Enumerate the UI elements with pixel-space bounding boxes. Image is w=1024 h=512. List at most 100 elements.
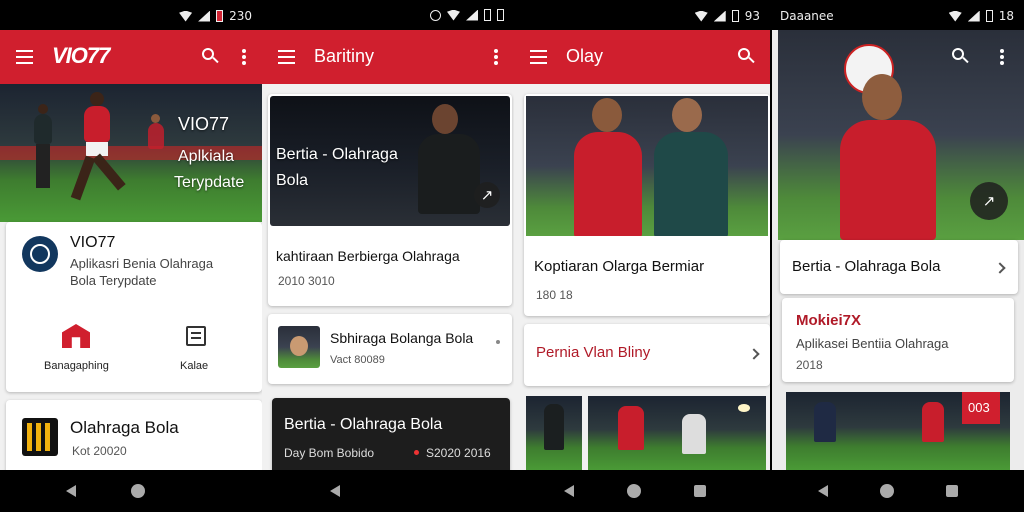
home-nav-icon[interactable] [880, 484, 894, 498]
status-time: 230 [229, 9, 252, 23]
club-badge-icon [22, 418, 58, 456]
search-icon[interactable] [952, 48, 969, 64]
article-meta: 180 18 [536, 288, 573, 302]
screen-article: 93 Olay Koptiaran Olarga Bermiar 180 18 … [514, 0, 770, 512]
news-row-meta: Vact 80089 [330, 354, 385, 366]
live-dot-icon [414, 450, 419, 455]
score-badge: 003 [962, 392, 1000, 424]
hero-title: VIO77 [178, 114, 230, 134]
app-bar: Olay [514, 30, 770, 84]
related-link[interactable]: Pernia Vlan Bliny [524, 324, 770, 386]
system-nav-bar [772, 470, 1024, 512]
detail-hero-image[interactable]: ↗ [778, 30, 1024, 240]
wifi-icon [179, 10, 193, 22]
home-nav-icon[interactable] [627, 484, 641, 498]
article-title: Koptiaran Olarga Bermiar [534, 258, 705, 275]
app-bar: Baritiny [262, 30, 514, 84]
recent-apps-icon[interactable] [946, 485, 958, 497]
app-name: VIO77 [70, 234, 116, 251]
battery-icon [985, 10, 993, 22]
page-title: Baritiny [314, 46, 375, 66]
menu-icon[interactable] [16, 50, 33, 64]
dark-card-meta-left: Day Bom Bobido [284, 446, 375, 460]
page-title: Olay [566, 46, 604, 66]
headline-row[interactable]: Bertia - Olahraga Bola [780, 240, 1018, 294]
action-home-button[interactable]: Banagaphing [24, 318, 126, 378]
more-options-icon[interactable] [494, 49, 498, 65]
search-icon[interactable] [738, 48, 755, 64]
gallery-image-1[interactable] [526, 396, 582, 470]
signal-icon [967, 10, 980, 22]
chevron-right-icon[interactable] [994, 262, 1006, 274]
screen-news-list: Baritiny ↗ Bertia - Olahraga Bola kahtir… [262, 0, 514, 512]
menu-icon[interactable] [278, 50, 295, 64]
app-desc-line2: Bola Terypdate [70, 273, 157, 288]
system-nav-bar [0, 470, 262, 512]
battery-icon-2 [497, 9, 504, 21]
wifi-icon [948, 10, 962, 22]
search-icon[interactable] [202, 48, 219, 64]
status-time: 93 [744, 9, 760, 23]
promo-card[interactable]: Mokiei7X Aplikasei Bentiia Olahraga 2018 [782, 298, 1014, 382]
dnd-icon [430, 9, 441, 21]
share-icon[interactable]: ↗ [474, 182, 500, 208]
share-icon[interactable]: ↗ [970, 182, 1008, 220]
dark-card-title: Bertia - Olahraga Bola [284, 416, 443, 433]
signal-icon [198, 10, 211, 22]
status-time: 18 [998, 9, 1014, 23]
battery-icon [216, 10, 224, 22]
hero-line1: Aplkiala [178, 148, 235, 165]
signal-icon [466, 9, 478, 21]
featured-title-line1: Bertia - Olahraga [276, 146, 398, 163]
screen-detail: Daaanee 18 ↗ Bertia - Olahraga Bola Moki… [772, 0, 1024, 512]
battery-icon [731, 10, 739, 22]
article-image [526, 96, 768, 236]
back-icon[interactable] [564, 485, 574, 497]
wifi-icon [694, 10, 708, 22]
app-info-card[interactable]: VIO77 Aplikasri Benia Olahraga Bola Tery… [6, 222, 262, 392]
app-bar: VIO77 [0, 30, 262, 84]
news-row-title: Sbhiraga Bolanga Bola [330, 330, 474, 346]
back-icon[interactable] [330, 485, 340, 497]
action-news-button[interactable]: Kalae [156, 318, 246, 378]
action-news-label: Kalae [180, 360, 209, 372]
news-icon [186, 326, 206, 346]
status-carrier: Daaanee [780, 9, 834, 23]
hero-line2: Terypdate [174, 174, 245, 191]
hero-image[interactable]: VIO77 Aplkiala Terypdate [0, 84, 262, 222]
status-bar [262, 0, 514, 30]
more-options-icon[interactable] [242, 49, 246, 65]
match-image[interactable]: 003 [786, 392, 1010, 470]
news-thumbnail [278, 326, 320, 368]
signal-icon [713, 10, 726, 22]
news-row[interactable]: Sbhiraga Bolanga Bola Vact 80089 [268, 314, 512, 384]
system-nav-bar [262, 470, 514, 512]
dark-article-card[interactable]: Bertia - Olahraga Bola Day Bom Bobido S2… [272, 398, 510, 478]
promo-desc: Aplikasei Bentiia Olahraga [796, 336, 949, 351]
action-home-label: Banagaphing [44, 360, 109, 372]
more-options-icon[interactable] [1000, 49, 1004, 65]
promo-title: Mokiei7X [796, 312, 862, 329]
system-nav-bar [514, 470, 770, 512]
status-bar: 93 [514, 0, 770, 30]
home-nav-icon[interactable] [131, 484, 145, 498]
related-link-title: Pernia Vlan Bliny [536, 344, 651, 361]
article-title: kahtiraan Berbierga Olahraga [276, 248, 460, 264]
app-logo: VIO77 [52, 43, 110, 68]
chevron-right-icon[interactable] [748, 348, 760, 360]
recent-apps-icon[interactable] [694, 485, 706, 497]
back-icon[interactable] [66, 485, 76, 497]
promo-meta: 2018 [796, 358, 823, 372]
battery-icon [484, 9, 491, 21]
article-card[interactable]: Koptiaran Olarga Bermiar 180 18 [524, 94, 770, 316]
dark-card-meta-right: S2020 2016 [426, 446, 491, 460]
featured-article-card[interactable]: ↗ Bertia - Olahraga Bola kahtiraan Berbi… [268, 94, 512, 306]
menu-icon[interactable] [530, 50, 547, 64]
back-icon[interactable] [818, 485, 828, 497]
row-more-icon[interactable] [496, 340, 500, 344]
list-item-subtitle: Kot 20020 [72, 444, 127, 458]
wifi-icon [447, 9, 460, 21]
featured-image: ↗ Bertia - Olahraga Bola [270, 96, 510, 226]
gallery-image-2[interactable] [588, 396, 766, 470]
list-item[interactable]: Olahraga Bola Kot 20020 [6, 400, 262, 480]
